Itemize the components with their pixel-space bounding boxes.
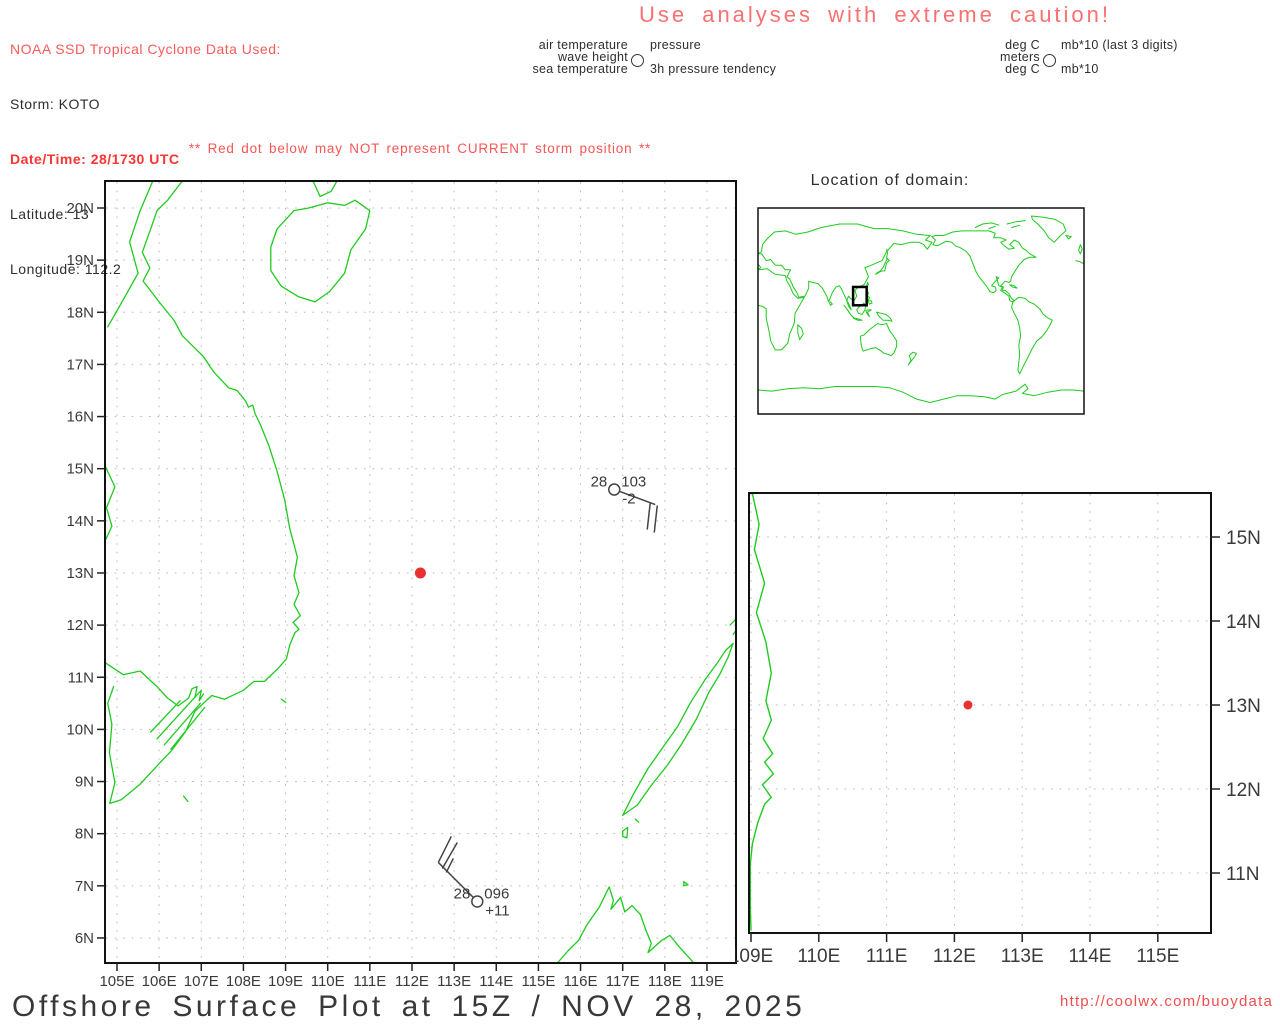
lon-tick-label: 115E	[521, 973, 555, 990]
coastlines	[757, 215, 1085, 403]
lon-tick-label: 117E	[606, 973, 640, 990]
station-circle-icon	[1043, 54, 1056, 67]
storm-dot	[963, 700, 973, 710]
lon-tick-label: 112E	[933, 946, 976, 967]
lon-tick-label: 116E	[564, 973, 598, 990]
source-url-link[interactable]: http://coolwx.com/buoydata	[995, 993, 1273, 1010]
lon-tick-label: 114E	[479, 973, 513, 990]
lat-tick-label: 16N	[66, 409, 94, 426]
lon-tick-label: 105E	[99, 973, 134, 990]
lon-tick-label: 111E	[353, 973, 386, 990]
main-map: 105E 106E 107E 108E 109E 110E 111E 112E 113E 114E…	[66, 180, 737, 990]
station-tendency: +11	[485, 902, 509, 919]
lon-tick-label: 119E	[690, 973, 724, 990]
lat-tick-label: 15N	[66, 461, 94, 478]
lon-tick-label: 110E	[311, 973, 345, 990]
legend-sea-temperature: sea temperature	[532, 62, 628, 76]
station-pressure: 096	[484, 885, 509, 902]
lat-tick-label: 6N	[75, 930, 94, 947]
station-air-temp: 28	[591, 474, 608, 491]
lon-tick-label: 113E	[1001, 946, 1044, 967]
map-frame	[748, 492, 1212, 934]
grid	[750, 494, 1210, 932]
lon-tick-label: 118E	[648, 973, 682, 990]
legend-pressure: pressure	[650, 38, 702, 52]
storm-info-name: Storm: KOTO	[10, 96, 101, 112]
station-circle-icon	[608, 483, 621, 496]
station-plot: 28 103-2	[591, 474, 658, 533]
coastlines	[749, 492, 775, 931]
lon-tick-label: 115E	[1136, 946, 1179, 967]
lat-tick-label: 12N	[1226, 780, 1261, 801]
lat-tick-label: 13N	[66, 565, 94, 582]
lat-tick-label: 7N	[75, 878, 94, 895]
lon-tick-label: 113E	[437, 973, 471, 990]
storm-position-warning: ** Red dot below may NOT represent CURRE…	[188, 141, 652, 156]
page-title: Offshore Surface Plot at 15Z / NOV 28, 2…	[12, 990, 806, 1023]
station-tendency: -2	[622, 491, 635, 508]
lat-tick-label: 15N	[1226, 528, 1261, 549]
lat-tick-label: 19N	[66, 252, 94, 269]
page: NOAA SSD Tropical Cyclone Data Used: Sto…	[0, 0, 1280, 1024]
axis-labels: 109E 110E 111E 112E 113E 114E 115E 15N 14N 13N 12N…	[735, 528, 1261, 967]
legend-tendency: 3h pressure tendency	[650, 62, 777, 76]
lat-tick-label: 8N	[75, 826, 94, 843]
station-circle-icon	[471, 895, 484, 908]
caution-headline: Use analyses with extreme caution!	[638, 2, 1112, 27]
lon-tick-label: 111E	[866, 946, 908, 967]
lat-tick-label: 14N	[1226, 612, 1261, 633]
storm-info-source: NOAA SSD Tropical Cyclone Data Used:	[10, 41, 281, 57]
world-inset-map	[757, 207, 1085, 415]
lon-tick-label: 112E	[395, 973, 429, 990]
legend-unit-pressure: mb*10 (last 3 digits)	[1061, 38, 1178, 52]
legend-unit-tendency: mb*10	[1061, 62, 1099, 76]
lon-tick-label: 109E	[735, 946, 773, 967]
lon-tick-label: 109E	[268, 973, 303, 990]
lon-tick-label: 107E	[184, 973, 219, 990]
lat-tick-label: 11N	[68, 669, 94, 686]
zoom-map: 109E 110E 111E 112E 113E 114E 115E 15N 14N 13N 12N…	[735, 492, 1261, 967]
station-air-temp: 28	[454, 885, 471, 902]
station-pressure: 103	[621, 474, 646, 491]
storm-dot	[414, 567, 426, 579]
map-frame	[757, 207, 1085, 415]
station-plot: 28 096+11	[437, 836, 510, 919]
lat-tick-label: 11N	[1226, 864, 1259, 885]
lat-tick-label: 14N	[66, 513, 94, 530]
lat-tick-label: 12N	[66, 617, 94, 634]
lon-tick-label: 110E	[797, 946, 840, 967]
lat-tick-label: 20N	[66, 200, 94, 217]
lat-tick-label: 17N	[66, 356, 94, 373]
lat-tick-label: 18N	[66, 304, 94, 321]
lat-tick-label: 13N	[1226, 696, 1261, 717]
lat-tick-label: 10N	[66, 721, 94, 738]
station-circle-icon	[631, 54, 644, 67]
lon-tick-label: 108E	[226, 973, 261, 990]
lon-tick-label: 106E	[142, 973, 177, 990]
axis-labels: 105E 106E 107E 108E 109E 110E 111E 112E 113E 114E…	[66, 200, 723, 990]
lon-tick-label: 114E	[1069, 946, 1112, 967]
legend-unit-sea: deg C	[1005, 62, 1040, 76]
lat-tick-label: 9N	[75, 774, 94, 791]
